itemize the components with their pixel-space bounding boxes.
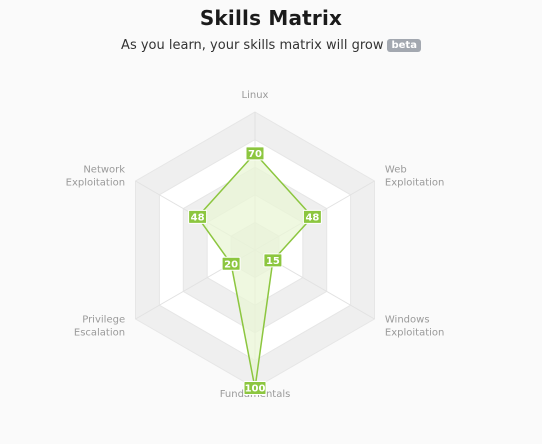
axis-label-line: Web	[385, 165, 407, 176]
value-label: 70	[248, 149, 262, 160]
axis-label-network-exploitation: Network Exploitation	[66, 165, 126, 189]
axis-label-line: Network	[83, 165, 125, 176]
axis-label-line: Linux	[242, 90, 269, 101]
axis-label-line: Exploitation	[66, 178, 125, 189]
axis-label-web-exploitation: Web Exploitation	[385, 165, 444, 189]
value-marker-2: 48	[302, 209, 322, 224]
axis-label-line: Exploitation	[385, 328, 444, 339]
value-label: 48	[305, 213, 319, 224]
axis-label-privilege-escalation: Privilege Escalation	[74, 315, 125, 339]
axis-label-line: Exploitation	[385, 178, 444, 189]
skills-radar-chart: LinuxWebExploitationWindowsExploitationF…	[66, 90, 445, 400]
value-label: 100	[245, 384, 266, 395]
value-label: 15	[266, 256, 280, 267]
value-label: 48	[191, 213, 205, 224]
axis-label-line: Privilege	[82, 315, 125, 326]
axis-label-linux: Linux	[242, 90, 269, 101]
axis-label-line: Escalation	[74, 328, 125, 339]
value-marker-1: 70	[245, 146, 265, 161]
value-marker-4: 100	[243, 381, 267, 395]
axis-label-windows-exploitation: Windows Exploitation	[385, 315, 444, 339]
value-marker-6: 48	[188, 209, 208, 224]
value-marker-5: 20	[221, 256, 241, 271]
skills-matrix-page: Skills Matrix As you learn, your skills …	[0, 0, 542, 444]
value-label: 20	[224, 259, 238, 270]
axis-label-line: Windows	[385, 315, 430, 326]
value-marker-3: 15	[263, 253, 283, 268]
